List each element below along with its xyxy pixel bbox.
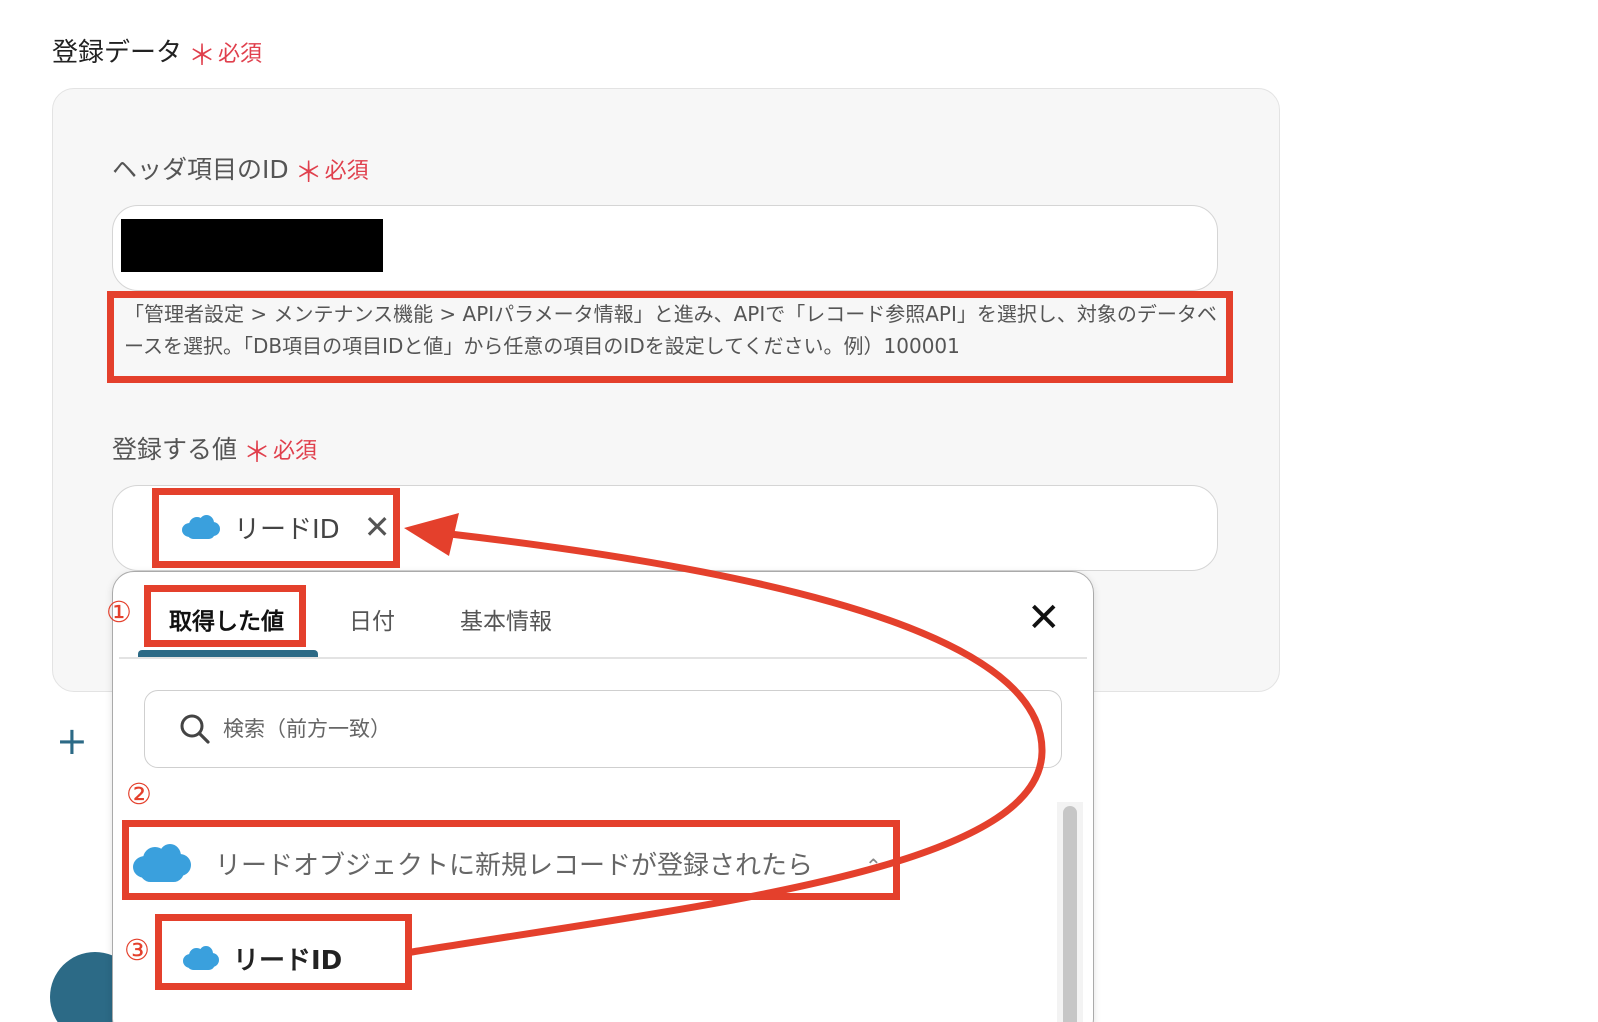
- tab-divider: [119, 657, 1087, 659]
- section-title: 登録データ ＊必須: [52, 32, 262, 74]
- list-item-lead-id[interactable]: リードID: [183, 932, 342, 984]
- add-row-plus-icon[interactable]: +: [56, 722, 88, 760]
- value-picker-dropdown: 取得した値 日付 基本情報 ✕ リードオブジェクトに新規レコードが登録されたら …: [112, 571, 1094, 1022]
- value-chip-lead-id[interactable]: リードID ✕: [162, 500, 407, 554]
- scrollbar[interactable]: [1057, 802, 1083, 1022]
- salesforce-cloud-icon: [133, 844, 191, 882]
- header-id-label: ヘッダ項目のID ＊必須: [112, 155, 369, 189]
- search-input[interactable]: [223, 717, 923, 741]
- chevron-up-icon[interactable]: ⌃: [865, 854, 882, 878]
- header-id-hint: 「管理者設定 > メンテナンス機能 > APIパラメータ情報」と進み、APIで「…: [124, 302, 1217, 358]
- tab-basic-info[interactable]: 基本情報: [460, 602, 552, 636]
- header-id-input[interactable]: [112, 205, 1218, 291]
- item-label: リードID: [233, 945, 343, 976]
- search-icon: [180, 714, 210, 744]
- step-3-marker: ③: [124, 933, 150, 967]
- tab-date[interactable]: 日付: [349, 602, 395, 636]
- required-badge: ＊必須: [243, 436, 318, 469]
- step-2-marker: ②: [126, 777, 152, 811]
- redacted-value: [121, 219, 383, 272]
- chip-label: リードID: [234, 514, 340, 545]
- trigger-group-row[interactable]: リードオブジェクトに新規レコードが登録されたら: [133, 830, 813, 896]
- remove-icon[interactable]: ✕: [364, 511, 391, 543]
- scrollbar-thumb[interactable]: [1063, 806, 1077, 1022]
- section-title-text: 登録データ: [52, 38, 183, 68]
- step-1-marker: ①: [106, 595, 132, 629]
- close-icon[interactable]: ✕: [1027, 598, 1061, 638]
- search-box[interactable]: [144, 690, 1062, 768]
- required-badge: ＊必須: [294, 156, 369, 189]
- salesforce-cloud-icon: [183, 946, 219, 970]
- group-label: リードオブジェクトに新規レコードが登録されたら: [215, 850, 814, 881]
- required-badge: ＊必須: [188, 39, 263, 72]
- value-label: 登録する値 ＊必須: [112, 435, 318, 469]
- tab-retrieved-values[interactable]: 取得した値: [169, 602, 284, 636]
- salesforce-cloud-icon: [182, 515, 220, 539]
